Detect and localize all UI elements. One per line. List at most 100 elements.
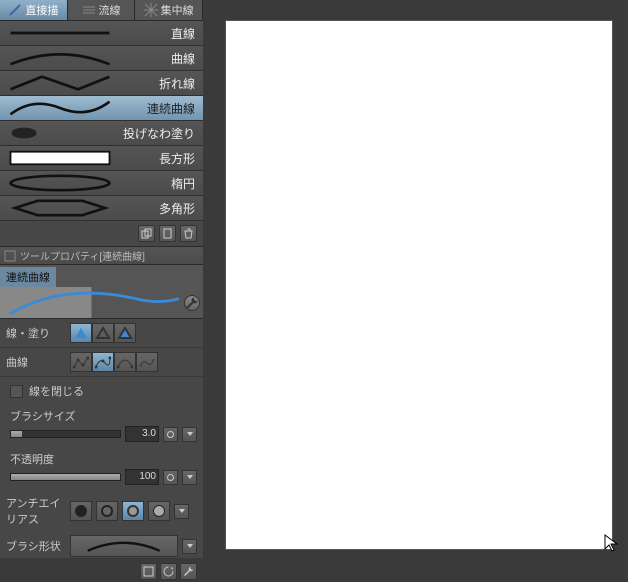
tool-item-cont-curve[interactable]: 連続曲線 xyxy=(0,96,203,121)
tool-item-lasso-fill[interactable]: 投げなわ塗り xyxy=(0,121,203,146)
settings-button[interactable] xyxy=(184,295,200,311)
close-line-row[interactable]: 線を閉じる xyxy=(0,377,203,405)
aa-mid[interactable] xyxy=(122,501,144,521)
line-fill-icon xyxy=(117,326,133,340)
line-icon xyxy=(8,3,22,17)
brush-shape-row: ブラシ形状 xyxy=(0,531,203,561)
curve-type-1[interactable] xyxy=(70,352,92,372)
tool-item-curve[interactable]: 曲線 xyxy=(0,46,203,71)
aa-none[interactable] xyxy=(70,501,92,521)
curve-label: 曲線 xyxy=(6,354,66,370)
preview-curve-icon xyxy=(0,46,120,70)
tool-item-polyline[interactable]: 折れ線 xyxy=(0,71,203,96)
save-icon xyxy=(143,566,154,577)
brush-shape-label: ブラシ形状 xyxy=(6,538,66,554)
curve-type-4[interactable] xyxy=(136,352,158,372)
bezier-icon xyxy=(117,355,133,369)
tool-label: 曲線 xyxy=(120,50,203,67)
fill-only-toggle[interactable] xyxy=(70,323,92,343)
brush-size-slider[interactable] xyxy=(10,430,121,438)
wrench-icon xyxy=(185,296,199,310)
antialias-dropdown[interactable] xyxy=(174,504,189,519)
line-only-toggle[interactable] xyxy=(92,323,114,343)
tool-label: 連続曲線 xyxy=(120,100,203,117)
tool-label: 直線 xyxy=(120,25,203,42)
line-fill-toggle[interactable] xyxy=(114,323,136,343)
tab-focuslines[interactable]: 集中線 xyxy=(135,0,203,20)
wrench-icon xyxy=(183,566,194,577)
brush-size-link-button[interactable] xyxy=(163,427,178,442)
preview-line-icon xyxy=(0,21,120,45)
opacity-dropdown[interactable] xyxy=(182,470,197,485)
tool-label: 長方形 xyxy=(120,150,203,167)
opacity-link-button[interactable] xyxy=(163,470,178,485)
aa-weak[interactable] xyxy=(96,501,118,521)
tab-label: 流線 xyxy=(99,2,121,18)
brush-size-dropdown[interactable] xyxy=(182,427,197,442)
tool-list-buttons xyxy=(0,221,203,247)
new-button[interactable] xyxy=(159,225,176,242)
brush-shape-preview[interactable] xyxy=(70,535,178,557)
chevron-down-icon xyxy=(178,507,186,515)
tab-direct-draw[interactable]: 直接描 xyxy=(0,0,68,20)
opacity-value[interactable]: 100 xyxy=(125,469,159,485)
brush-shape-dropdown[interactable] xyxy=(182,539,197,554)
preset-preview xyxy=(0,287,203,319)
trash-icon xyxy=(183,228,194,239)
curve-type-section: 曲線 xyxy=(0,348,203,377)
opacity-row: 不透明度 100 xyxy=(0,448,203,491)
brush-size-value[interactable]: 3.0 xyxy=(125,426,159,442)
tool-tabs: 直接描 流線 集中線 xyxy=(0,0,203,20)
preset-name: 連続曲線 xyxy=(0,267,56,287)
antialias-label: アンチエイリアス xyxy=(6,495,66,527)
close-line-checkbox[interactable] xyxy=(10,385,23,398)
shape-stroke-icon xyxy=(76,538,171,554)
reset-button[interactable] xyxy=(160,563,177,580)
close-line-label: 線を閉じる xyxy=(29,383,84,399)
opacity-label: 不透明度 xyxy=(10,451,197,467)
property-footer xyxy=(0,561,203,582)
copy-icon xyxy=(141,228,152,239)
opacity-slider[interactable] xyxy=(10,473,121,481)
spline-icon xyxy=(95,355,111,369)
delete-button[interactable] xyxy=(180,225,197,242)
tool-item-ellipse[interactable]: 楕円 xyxy=(0,171,203,196)
prop-icon xyxy=(4,250,16,262)
tab-flowlines[interactable]: 流線 xyxy=(68,0,136,20)
tool-item-rect[interactable]: 長方形 xyxy=(0,146,203,171)
preview-ellipse-icon xyxy=(0,171,120,195)
duplicate-button[interactable] xyxy=(138,225,155,242)
tool-list: 直線 曲線 折れ線 連続曲線 投げなわ塗り 長方形 楕円 多角形 xyxy=(0,20,203,221)
antialias-options xyxy=(70,501,170,521)
curve-type-2[interactable] xyxy=(92,352,114,372)
tool-label: 折れ線 xyxy=(120,75,203,92)
line-fill-label: 線・塗り xyxy=(6,325,66,341)
reset-icon xyxy=(163,566,174,577)
fill-icon xyxy=(73,326,89,340)
preview-polygon-icon xyxy=(0,196,120,220)
left-panel: 直接描 流線 集中線 直線 曲線 折れ線 連続曲線 投げなわ塗り xyxy=(0,0,203,558)
antialias-row: アンチエイリアス xyxy=(0,491,203,531)
tool-item-polygon[interactable]: 多角形 xyxy=(0,196,203,221)
preview-polyline-icon xyxy=(0,71,120,95)
tool-item-line[interactable]: 直線 xyxy=(0,21,203,46)
preview-lasso-icon xyxy=(0,121,120,145)
link-icon xyxy=(166,430,175,439)
top-strip xyxy=(203,0,628,20)
flow-icon xyxy=(82,3,96,17)
property-header: ツールプロパティ[連続曲線] xyxy=(0,247,203,265)
preview-cont-curve-icon xyxy=(0,96,120,120)
curve-type-3[interactable] xyxy=(114,352,136,372)
detail-button[interactable] xyxy=(180,563,197,580)
save-preset-button[interactable] xyxy=(140,563,157,580)
chevron-down-icon xyxy=(186,430,194,438)
page-icon xyxy=(162,228,173,239)
outline-icon xyxy=(95,326,111,340)
brush-size-row: ブラシサイズ 3.0 xyxy=(0,405,203,448)
cursor-icon xyxy=(604,534,618,552)
aa-strong[interactable] xyxy=(148,501,170,521)
canvas[interactable] xyxy=(225,20,613,550)
tool-label: 楕円 xyxy=(120,175,203,192)
arc-icon xyxy=(139,355,155,369)
focus-icon xyxy=(144,3,158,17)
